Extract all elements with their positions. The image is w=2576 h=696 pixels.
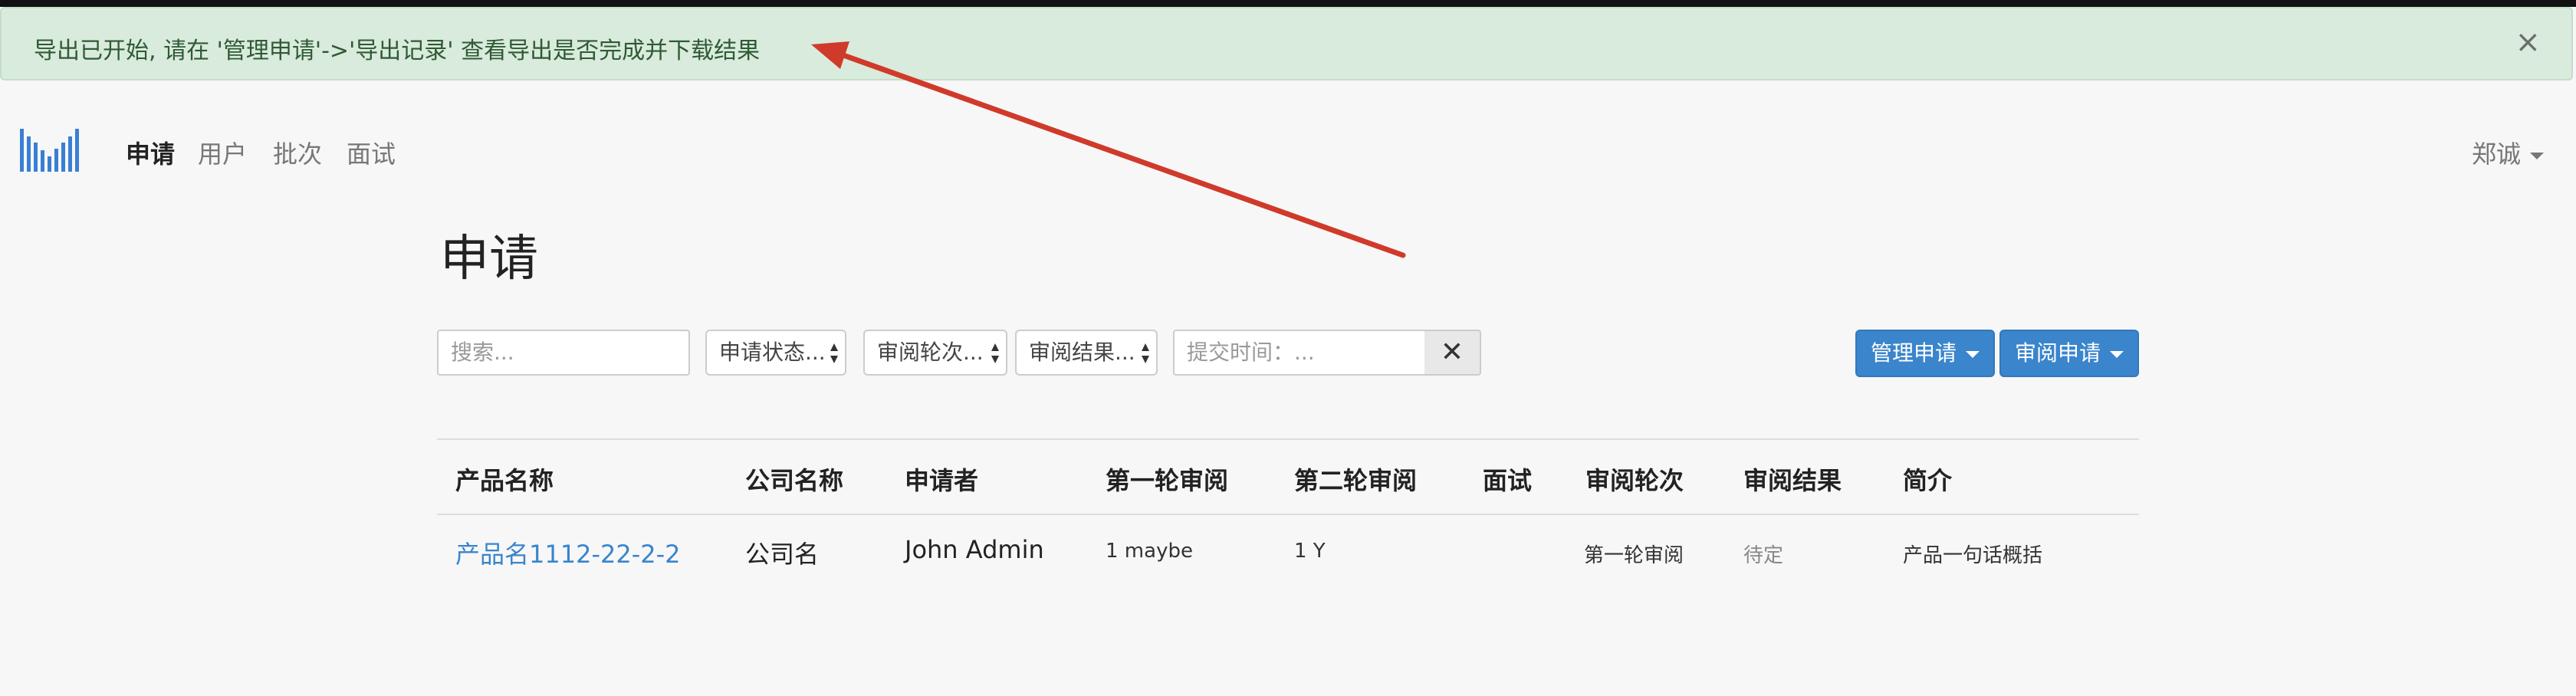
select-arrows-icon: [830, 343, 838, 363]
clear-date-button[interactable]: ✕: [1424, 330, 1481, 376]
close-icon[interactable]: ×: [2515, 27, 2541, 57]
col-header-result: 审阅结果: [1743, 466, 1842, 495]
round1-cell: 1 maybe: [1106, 540, 1193, 563]
select-arrows-icon: [1142, 343, 1149, 363]
intro-cell: 产品一句话概括: [1903, 544, 2043, 567]
col-header-company: 公司名称: [745, 466, 844, 495]
page-title: 申请: [440, 231, 538, 287]
export-alert: 导出已开始, 请在 '管理申请'->'导出记录' 查看导出是否完成并下载结果 ×: [0, 7, 2573, 80]
user-menu[interactable]: 郑诚: [2472, 135, 2544, 170]
col-header-product: 产品名称: [455, 466, 554, 495]
status-select[interactable]: 申请状态...: [705, 330, 846, 376]
col-header-interview: 面试: [1483, 466, 1533, 495]
nav-item-batches[interactable]: 批次: [273, 135, 322, 170]
product-link[interactable]: 产品名1112-22-2-2: [455, 535, 681, 570]
result-select[interactable]: 审阅结果...: [1015, 330, 1158, 376]
search-input[interactable]: 搜索...: [437, 330, 690, 376]
select-arrows-icon: [991, 343, 999, 363]
submit-time-input[interactable]: 提交时间：...: [1173, 330, 1426, 376]
manage-applications-label: 管理申请: [1871, 340, 1957, 366]
top-navbar: 申请 用户 批次 面试 郑诚: [0, 115, 2576, 184]
round-select[interactable]: 审阅轮次...: [863, 330, 1007, 376]
table-top-border: [437, 438, 2139, 440]
col-header-round1: 第一轮审阅: [1106, 466, 1229, 495]
status-select-value: 申请状态...: [719, 340, 826, 365]
window-top-bar: [0, 0, 2576, 7]
result-select-value: 审阅结果...: [1029, 340, 1135, 365]
nav-item-interviews[interactable]: 面试: [347, 135, 396, 170]
table-header-border: [437, 514, 2139, 515]
review-applications-button[interactable]: 审阅申请: [1999, 330, 2140, 377]
chevron-down-icon: [2530, 152, 2544, 159]
chevron-down-icon: [1966, 350, 1980, 358]
col-header-round2: 第二轮审阅: [1294, 466, 1418, 495]
review-applications-label: 审阅申请: [2015, 340, 2101, 366]
company-cell: 公司名: [745, 540, 820, 569]
user-name: 郑诚: [2471, 140, 2521, 169]
nav-item-users[interactable]: 用户: [198, 135, 247, 170]
chevron-down-icon: [2110, 350, 2124, 358]
col-header-intro: 简介: [1903, 466, 1953, 495]
round-cell: 第一轮审阅: [1584, 544, 1684, 567]
applicant-cell: John Admin: [905, 535, 1044, 564]
manage-applications-button[interactable]: 管理申请: [1855, 330, 1996, 377]
round2-cell: 1 Y: [1294, 540, 1326, 563]
col-header-round: 审阅轮次: [1585, 466, 1684, 495]
result-cell: 待定: [1743, 544, 1784, 567]
round-select-value: 审阅轮次...: [877, 340, 984, 365]
col-header-applicant: 申请者: [905, 466, 979, 495]
nav-item-applications[interactable]: 申请: [126, 135, 175, 170]
alert-message: 导出已开始, 请在 '管理申请'->'导出记录' 查看导出是否完成并下载结果: [34, 38, 761, 64]
logo-bars-icon[interactable]: [20, 126, 97, 175]
